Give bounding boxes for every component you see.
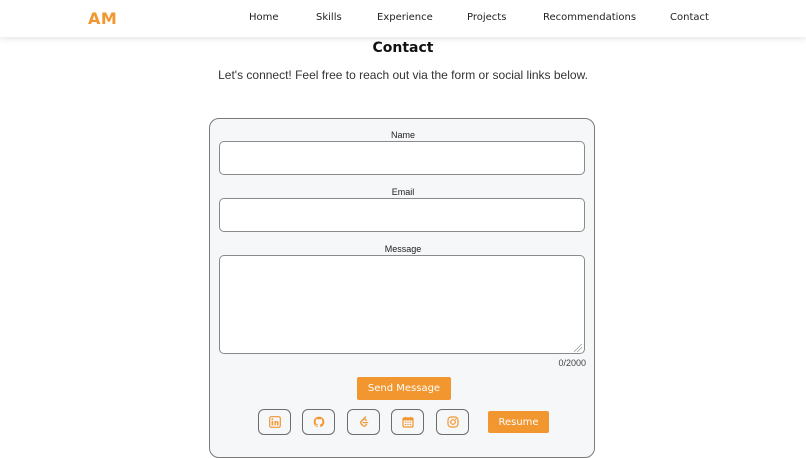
logo[interactable]: AM bbox=[88, 9, 117, 28]
email-input[interactable] bbox=[219, 198, 585, 232]
instagram-button[interactable] bbox=[436, 409, 469, 435]
send-message-button[interactable]: Send Message bbox=[357, 377, 451, 400]
leetcode-icon bbox=[359, 416, 368, 427]
character-counter: 0/2000 bbox=[558, 358, 586, 368]
calendar-button[interactable] bbox=[391, 409, 424, 435]
resume-button[interactable]: Resume bbox=[488, 411, 549, 433]
linkedin-button[interactable] bbox=[258, 409, 291, 435]
nav-experience[interactable]: Experience bbox=[377, 12, 433, 23]
message-textarea[interactable] bbox=[219, 255, 585, 354]
instagram-icon bbox=[446, 416, 459, 428]
contact-form-card: Name Email Message 0/2000 Send Message R… bbox=[209, 118, 595, 458]
nav-recommendations[interactable]: Recommendations bbox=[543, 12, 636, 23]
resize-handle-icon[interactable] bbox=[574, 344, 582, 352]
nav-home[interactable]: Home bbox=[249, 12, 279, 23]
nav-projects[interactable]: Projects bbox=[467, 12, 506, 23]
message-label: Message bbox=[384, 244, 422, 254]
nav-contact[interactable]: Contact bbox=[670, 12, 709, 23]
calendar-icon bbox=[401, 416, 414, 428]
linkedin-icon bbox=[268, 416, 281, 428]
leetcode-button[interactable] bbox=[347, 409, 380, 435]
name-label: Name bbox=[390, 130, 415, 140]
section-title: Contact bbox=[372, 40, 434, 56]
github-icon bbox=[313, 416, 324, 428]
name-input[interactable] bbox=[219, 141, 585, 175]
nav-skills[interactable]: Skills bbox=[316, 12, 342, 23]
navbar: AM Home Skills Experience Projects Recom… bbox=[0, 0, 806, 37]
github-button[interactable] bbox=[302, 409, 335, 435]
email-label: Email bbox=[391, 187, 415, 197]
section-subtitle: Let's connect! Feel free to reach out vi… bbox=[218, 68, 588, 82]
